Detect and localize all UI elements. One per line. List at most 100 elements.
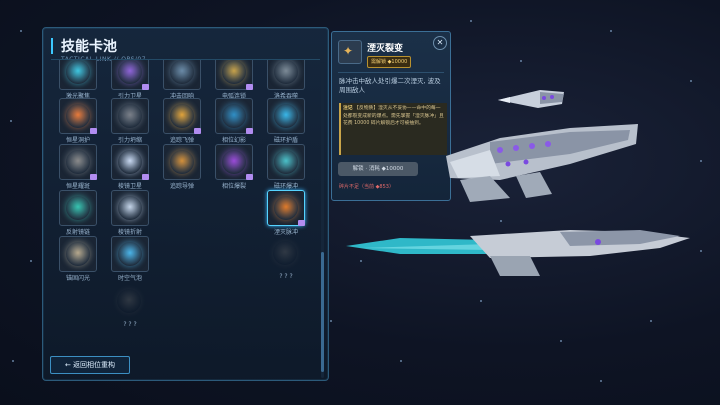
upgrade-badge-icon — [246, 174, 253, 180]
skill-icon — [59, 60, 97, 90]
star — [12, 360, 14, 362]
skill-icon — [215, 144, 253, 180]
locked-skill-icon — [111, 284, 147, 318]
star — [30, 260, 32, 262]
upgrade-badge-icon — [142, 174, 149, 180]
skill-detail-icon: ✦ — [338, 40, 362, 64]
skill-label: 湮灭脉冲 — [273, 229, 298, 236]
skill-icon — [267, 144, 305, 180]
skill-icon — [267, 190, 305, 226]
skill-emblem-icon — [273, 241, 297, 265]
skill-grid: 激光聚焦 引力卫星 冲击回响 电弧连锁 洛希吞噬恒星洞护 引力坍缩 追踪飞弹 相位幻影 磁环护盾… — [59, 60, 317, 350]
skill-card[interactable]: 激光聚焦 — [59, 60, 97, 100]
skill-card[interactable]: 棱镜卫星 — [111, 144, 149, 190]
skill-card[interactable]: 湮灭脉冲 — [267, 190, 305, 236]
star — [480, 300, 482, 302]
skill-card[interactable]: 锚固闪光 — [59, 236, 97, 282]
skill-card[interactable]: 电弧连锁 — [215, 60, 253, 100]
skill-emblem-icon — [66, 104, 90, 128]
star — [650, 320, 652, 322]
skill-card[interactable]: 时空气泡 — [111, 236, 149, 282]
skill-emblem-icon — [274, 196, 298, 220]
skill-card[interactable]: ? ? ? — [111, 284, 149, 330]
skill-emblem-icon — [222, 60, 246, 84]
skill-label: 磁环爆冲 — [273, 183, 298, 190]
panel-title: 技能卡池 — [61, 39, 117, 55]
star — [470, 20, 472, 22]
skill-emblem-icon — [274, 150, 298, 174]
skill-card[interactable]: 相位幻影 — [215, 98, 253, 144]
skill-emblem-icon — [66, 196, 90, 220]
detail-divider — [338, 72, 444, 73]
skill-label: 追踪导弹 — [169, 183, 194, 190]
skill-emblem-icon — [118, 104, 142, 128]
skill-icon — [59, 144, 97, 180]
skill-icon — [163, 144, 201, 180]
skill-card[interactable]: 磁环爆冲 — [267, 144, 305, 190]
back-to-phase-rebuild-button[interactable]: ← 返回相位重构 — [50, 356, 130, 374]
skill-label: 棱镜折射 — [117, 229, 142, 236]
upgrade-badge-icon — [142, 84, 149, 90]
star — [600, 380, 602, 382]
skill-emblem-icon — [274, 104, 298, 128]
skill-card[interactable]: 引力卫星 — [111, 60, 149, 100]
star — [560, 340, 562, 342]
skill-label: 相位幻影 — [221, 137, 246, 144]
skill-emblem-icon — [118, 196, 142, 220]
skill-label: 磁环护盾 — [273, 137, 298, 144]
skill-card[interactable]: 追踪飞弹 — [163, 98, 201, 144]
skill-icon — [163, 60, 201, 90]
skill-label: ? ? ? — [279, 273, 293, 280]
star — [330, 320, 332, 322]
skill-emblem-icon — [66, 150, 90, 174]
scrollbar[interactable] — [321, 62, 324, 378]
skill-label: 时空气泡 — [117, 275, 142, 282]
skill-emblem-icon — [118, 150, 142, 174]
close-icon[interactable]: ✕ — [433, 36, 447, 50]
star — [520, 60, 522, 62]
skill-label: 恒星洞护 — [65, 137, 90, 144]
skill-icon — [59, 98, 97, 134]
skill-emblem-icon — [170, 60, 194, 84]
large-cruiser — [446, 124, 638, 202]
skill-card[interactable]: 磁环护盾 — [267, 98, 305, 144]
skill-icon — [267, 60, 305, 90]
star — [700, 250, 702, 252]
skill-label: 反射镜链 — [65, 229, 90, 236]
skill-icon — [111, 190, 149, 226]
skill-icon — [111, 144, 149, 180]
skill-card[interactable]: 棱镜折射 — [111, 190, 149, 236]
skill-emblem-icon — [222, 150, 246, 174]
skill-icon — [59, 236, 97, 272]
skill-emblem-icon — [66, 60, 90, 84]
skill-label: 相位爆裂 — [221, 183, 246, 190]
skill-card[interactable]: 追踪导弹 — [163, 144, 201, 190]
skill-card[interactable]: 冲击回响 — [163, 60, 201, 100]
skill-card[interactable]: 反射镜链 — [59, 190, 97, 236]
upgrade-badge-icon — [194, 128, 201, 134]
skill-card[interactable]: ? ? ? — [267, 236, 305, 282]
star — [20, 30, 22, 32]
skill-card[interactable]: 恒星洞护 — [59, 98, 97, 144]
skill-card[interactable]: 相位爆裂 — [215, 144, 253, 190]
locked-skill-icon — [267, 236, 303, 270]
scrollbar-thumb[interactable] — [321, 252, 324, 372]
skill-emblem-icon — [117, 289, 141, 313]
skill-label: 恒星耀斑 — [65, 183, 90, 190]
skill-emblem-icon — [274, 60, 298, 84]
skill-card[interactable]: 恒星耀斑 — [59, 144, 97, 190]
skill-label: 引力坍缩 — [117, 137, 142, 144]
skill-emblem-icon — [222, 104, 246, 128]
skill-label: ? ? ? — [123, 321, 137, 328]
skill-icon — [59, 190, 97, 226]
star — [400, 360, 402, 362]
skill-label: 锚固闪光 — [65, 275, 90, 282]
skill-card[interactable]: 引力坍缩 — [111, 98, 149, 144]
unlock-cost-tag: 需解锁 ◆10000 — [367, 56, 412, 68]
skill-card[interactable]: 洛希吞噬 — [267, 60, 305, 100]
skill-emblem-icon — [118, 60, 142, 84]
star — [610, 30, 612, 32]
star — [700, 160, 702, 162]
skill-emblem-icon — [118, 242, 142, 266]
blade-ship — [346, 230, 690, 276]
